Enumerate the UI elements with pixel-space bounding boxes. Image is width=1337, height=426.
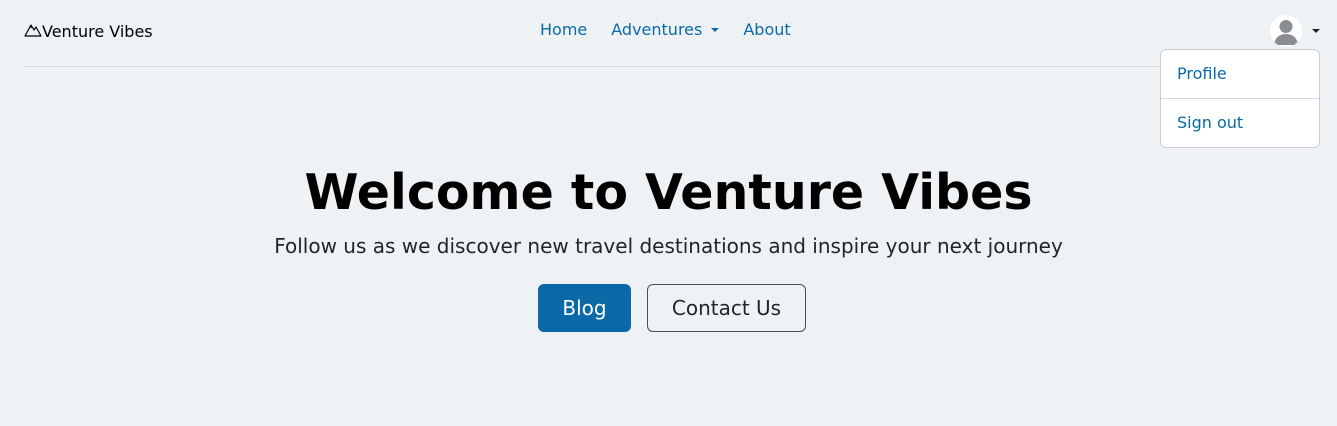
nav-home[interactable]: Home (540, 20, 587, 39)
chevron-down-icon (1312, 29, 1320, 33)
hero-section: Welcome to Venture Vibes Follow us as we… (0, 68, 1337, 346)
hero-title: Welcome to Venture Vibes (304, 164, 1033, 221)
nav-adventures-dropdown[interactable]: Adventures (611, 20, 720, 39)
navbar: Venture Vibes Home Adventures About (24, 0, 1320, 67)
user-avatar-icon (1270, 15, 1302, 47)
nav-adventures-label: Adventures (611, 20, 703, 39)
user-menu-toggle[interactable] (1270, 15, 1320, 47)
nav-about[interactable]: About (743, 20, 790, 39)
main-nav: Home Adventures About (540, 20, 791, 39)
brand-link[interactable]: Venture Vibes (24, 20, 153, 42)
hero-buttons: Blog Contact Us (538, 284, 806, 332)
page: Venture Vibes Home Adventures About Prof… (0, 0, 1337, 426)
hero-subtitle: Follow us as we discover new travel dest… (274, 234, 1063, 258)
blog-button[interactable]: Blog (538, 284, 631, 332)
brand-name: Venture Vibes (42, 21, 153, 41)
chevron-down-icon (711, 28, 720, 32)
mountain-icon (24, 21, 42, 41)
contact-us-button[interactable]: Contact Us (647, 284, 806, 332)
